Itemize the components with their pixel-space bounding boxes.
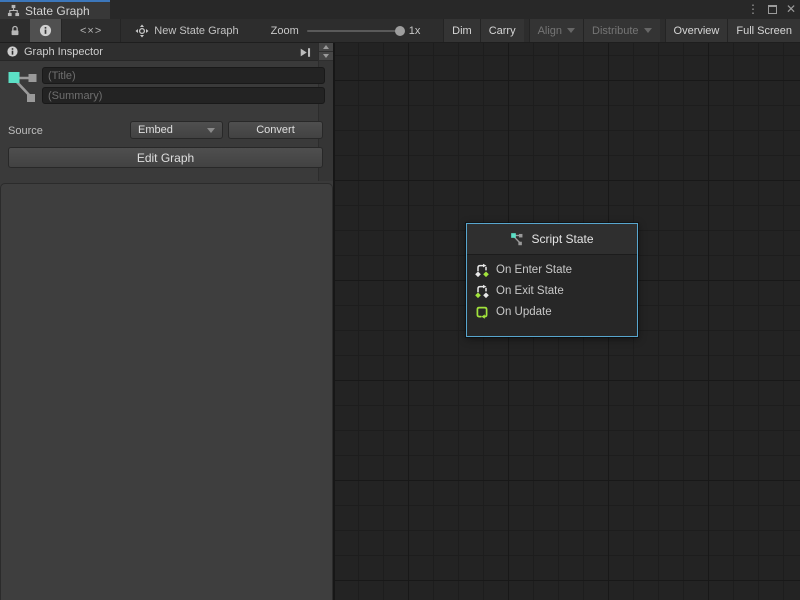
zoom-slider-handle[interactable] bbox=[395, 26, 405, 36]
graph-breadcrumb[interactable]: New State Graph bbox=[121, 19, 246, 42]
enter-state-icon bbox=[475, 263, 489, 277]
hierarchy-icon bbox=[7, 4, 20, 17]
zoom-slider[interactable] bbox=[307, 30, 401, 32]
source-label: Source bbox=[8, 125, 43, 137]
tab-label: State Graph bbox=[25, 4, 90, 18]
full-screen-button[interactable]: Full Screen bbox=[727, 19, 800, 42]
carry-button[interactable]: Carry bbox=[480, 19, 524, 42]
summary-input[interactable] bbox=[42, 87, 325, 104]
event-row[interactable]: On Update bbox=[467, 301, 637, 322]
title-input[interactable] bbox=[42, 67, 325, 84]
overview-button[interactable]: Overview bbox=[665, 19, 728, 42]
state-graph-window: State Graph ⋮ ✕ <×> bbox=[0, 0, 800, 600]
event-label: On Update bbox=[496, 306, 552, 318]
distribute-button[interactable]: Distribute bbox=[583, 19, 659, 42]
lock-icon bbox=[9, 24, 21, 37]
state-graph-icon bbox=[510, 232, 524, 246]
event-row[interactable]: On Exit State bbox=[467, 280, 637, 301]
source-dropdown[interactable]: Embed bbox=[130, 121, 223, 139]
node-header[interactable]: Script State bbox=[467, 224, 637, 255]
inspector-title: Graph Inspector bbox=[24, 46, 103, 58]
event-label: On Enter State bbox=[496, 264, 572, 276]
graph-name: New State Graph bbox=[154, 25, 238, 37]
code-preview-button[interactable]: <×> bbox=[62, 19, 120, 42]
info-icon bbox=[7, 46, 18, 57]
move-gizmo-icon bbox=[135, 24, 149, 38]
tab-bar: State Graph ⋮ ✕ bbox=[0, 0, 800, 19]
inspector-lower-panel bbox=[0, 183, 333, 600]
node-title: Script State bbox=[531, 232, 593, 246]
source-dropdown-value: Embed bbox=[138, 124, 173, 136]
triangle-up-icon bbox=[323, 45, 329, 49]
inspector-toggle-button[interactable] bbox=[30, 19, 61, 42]
state-graph-icon bbox=[8, 69, 39, 105]
graph-inspector-panel: Graph Inspector Source Embed bbox=[0, 43, 335, 600]
chevron-down-icon bbox=[644, 28, 652, 33]
dock-right-button[interactable] bbox=[297, 45, 313, 59]
event-row[interactable]: On Enter State bbox=[467, 259, 637, 280]
exit-state-icon bbox=[475, 284, 489, 298]
scroll-down-button[interactable] bbox=[319, 52, 333, 61]
lock-button[interactable] bbox=[0, 19, 30, 42]
toolbar: <×> New State Graph Zoom 1x Dim Carry bbox=[0, 19, 800, 43]
script-state-node[interactable]: Script State On Enter State bbox=[466, 223, 638, 337]
dim-button[interactable]: Dim bbox=[443, 19, 480, 42]
window-menu-icon[interactable]: ⋮ bbox=[747, 0, 759, 19]
chevron-down-icon bbox=[207, 128, 215, 133]
info-icon bbox=[39, 24, 52, 37]
align-button[interactable]: Align bbox=[529, 19, 583, 42]
edit-graph-button[interactable]: Edit Graph bbox=[8, 147, 323, 168]
zoom-label: Zoom bbox=[271, 25, 299, 37]
close-icon[interactable]: ✕ bbox=[786, 0, 796, 19]
code-icon: <×> bbox=[80, 25, 102, 37]
inspector-header: Graph Inspector bbox=[0, 43, 333, 61]
zoom-control: Zoom 1x bbox=[247, 19, 421, 42]
maximize-icon[interactable] bbox=[768, 5, 777, 14]
zoom-value: 1x bbox=[409, 25, 421, 37]
chevron-down-icon bbox=[567, 28, 575, 33]
toolbar-right-buttons: Dim Carry Align Distribute Overview Full… bbox=[443, 19, 800, 42]
scroll-up-button[interactable] bbox=[319, 43, 333, 52]
event-label: On Exit State bbox=[496, 285, 564, 297]
window-controls: ⋮ ✕ bbox=[747, 0, 796, 19]
graph-canvas[interactable]: Script State On Enter State bbox=[335, 43, 800, 600]
triangle-down-icon bbox=[323, 54, 329, 58]
dock-right-icon bbox=[299, 47, 311, 58]
convert-button[interactable]: Convert bbox=[228, 121, 323, 139]
tab-state-graph[interactable]: State Graph bbox=[0, 0, 110, 19]
update-icon bbox=[475, 305, 489, 319]
